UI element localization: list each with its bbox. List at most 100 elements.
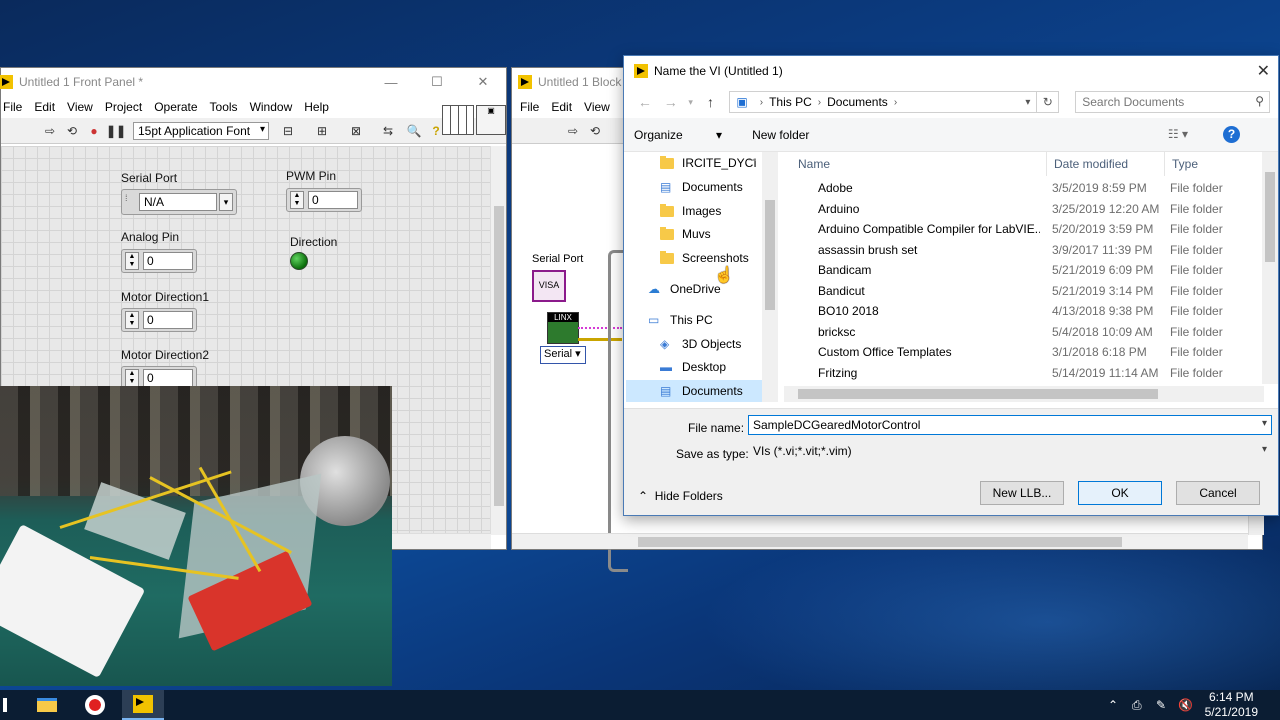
view-options-icon[interactable]: ☷ ▾	[1168, 127, 1188, 141]
increment-decrement-icon[interactable]: ▲ ▼	[125, 369, 139, 387]
serial-port-control[interactable]: ⁞ N/A ▾	[121, 189, 237, 215]
nav-item[interactable]: ▭ This PC	[648, 309, 713, 331]
list-item[interactable]: Custom Office Templates 3/1/2018 6:18 PM F…	[784, 342, 1266, 362]
run-continuously-icon[interactable]: ⟲	[586, 123, 604, 139]
nav-item[interactable]: ◈ 3D Objects	[660, 333, 741, 355]
analog-pin-value[interactable]: 0	[143, 252, 193, 270]
search-input[interactable]: Search Documents ⚲	[1075, 91, 1271, 113]
vertical-scrollbar[interactable]	[490, 146, 506, 535]
list-item[interactable]: bricksc 5/4/2018 10:09 AM File folder	[784, 322, 1266, 342]
new-folder-button[interactable]: New folder	[752, 128, 809, 142]
list-item[interactable]: Adobe 3/5/2019 8:59 PM File folder	[784, 178, 1266, 198]
run-continuously-icon[interactable]: ⟲	[63, 123, 81, 139]
linx-open-vi[interactable]: LINX	[547, 312, 579, 344]
direction-led[interactable]	[290, 252, 308, 270]
motor-direction1-value[interactable]: 0	[143, 311, 193, 329]
dropdown-arrow-icon[interactable]: ▾	[219, 193, 233, 211]
chevron-down-icon[interactable]: ▾	[1262, 444, 1267, 455]
vi-icon[interactable]: ▣	[476, 105, 506, 135]
pwm-pin-value[interactable]: 0	[308, 191, 358, 209]
up-arrow-icon[interactable]: ↑	[698, 94, 724, 110]
record-icon[interactable]	[80, 690, 110, 720]
nav-item[interactable]: ▬ Desktop	[660, 356, 726, 378]
list-item[interactable]: Bandicut 5/21/2019 3:14 PM File folder	[784, 281, 1266, 301]
new-llb-button[interactable]: New LLB...	[980, 481, 1064, 505]
increment-decrement-icon[interactable]: ▲ ▼	[125, 311, 139, 329]
column-header-date[interactable]: Date modified	[1054, 152, 1128, 176]
font-select[interactable]: 15pt Application Font	[133, 121, 269, 140]
front-panel-titlebar[interactable]: Untitled 1 Front Panel * — ☐ ✕	[0, 68, 506, 96]
list-item[interactable]: Arduino Compatible Compiler for LabVIE..…	[784, 219, 1266, 239]
list-item[interactable]: assassin brush set 3/9/2017 11:39 PM File …	[784, 240, 1266, 260]
organize-button[interactable]: Organize ▾	[634, 128, 722, 142]
refresh-icon[interactable]: ↻	[1037, 91, 1060, 113]
nav-item[interactable]: ▤ Documents	[660, 176, 743, 198]
menu-item[interactable]: Edit	[32, 100, 57, 114]
nav-item[interactable]: ☁ OneDrive	[648, 278, 721, 300]
serial-port-value[interactable]: N/A	[139, 193, 217, 211]
run-arrow-icon[interactable]: ⇨	[564, 123, 582, 139]
align-objects-icon[interactable]: ⊟	[279, 123, 297, 139]
menu-item[interactable]: Help	[302, 100, 331, 114]
network-icon[interactable]: ⎙	[1132, 690, 1142, 720]
increment-decrement-icon[interactable]: ▲ ▼	[290, 191, 304, 209]
breadcrumb[interactable]: ▣ › This PC › Documents › ▾	[729, 91, 1038, 113]
column-header-name[interactable]: Name	[798, 152, 830, 176]
nav-item[interactable]: Images	[660, 200, 721, 222]
motor-direction1-control[interactable]: ▲ ▼ 0	[121, 308, 197, 332]
dialog-titlebar[interactable]: Name the VI (Untitled 1) ✕	[624, 56, 1278, 86]
connector-pane-icon[interactable]	[442, 105, 474, 135]
menu-item[interactable]: View	[65, 100, 95, 114]
help-icon[interactable]: ?	[1223, 126, 1240, 143]
chevron-down-icon[interactable]: ▾	[1025, 97, 1030, 108]
minimize-icon[interactable]: —	[368, 68, 414, 96]
motor-direction2-value[interactable]: 0	[143, 369, 193, 387]
list-scrollbar[interactable]	[1262, 152, 1278, 384]
menu-item[interactable]: Tools	[208, 100, 240, 114]
nav-item[interactable]: Muvs	[660, 223, 711, 245]
reorder-icon[interactable]: ⇆	[379, 123, 397, 139]
file-explorer-icon[interactable]	[32, 690, 62, 720]
maximize-icon[interactable]: ☐	[414, 68, 460, 96]
column-header-type[interactable]: Type	[1172, 152, 1198, 176]
volume-icon[interactable]: 🔇	[1178, 690, 1193, 720]
start-button[interactable]	[0, 690, 10, 720]
pin-icon[interactable]: ⊸	[748, 155, 756, 166]
serial-constant[interactable]: Serial ▾	[540, 346, 586, 364]
menu-item[interactable]: File	[518, 100, 541, 114]
menu-item[interactable]: View	[582, 100, 612, 114]
resize-objects-icon[interactable]: ⊠	[347, 123, 365, 139]
menu-item[interactable]: Operate	[152, 100, 199, 114]
breadcrumb-documents[interactable]: Documents	[827, 95, 888, 109]
labview-taskbar-icon[interactable]	[122, 690, 164, 720]
nav-item[interactable]: ▤ Documents	[626, 380, 762, 402]
menu-item[interactable]: Edit	[549, 100, 574, 114]
pen-icon[interactable]: ✎	[1156, 690, 1166, 720]
horizontal-scrollbar[interactable]	[512, 533, 1248, 549]
pause-icon[interactable]: ❚❚	[106, 123, 126, 139]
list-item[interactable]: Bandicam 5/21/2019 6:09 PM File folder	[784, 260, 1266, 280]
forward-arrow-icon[interactable]: →	[658, 94, 684, 110]
nav-scrollbar[interactable]	[762, 152, 778, 402]
distribute-objects-icon[interactable]: ⊞	[313, 123, 331, 139]
close-icon[interactable]: ✕	[1257, 61, 1270, 81]
menu-item[interactable]: Project	[103, 100, 144, 114]
system-clock[interactable]: 6:14 PM 5/21/2019	[1205, 690, 1258, 720]
back-arrow-icon[interactable]: ←	[632, 94, 658, 110]
list-item[interactable]: Arduino 3/25/2019 12:20 AM File folder	[784, 199, 1266, 219]
pwm-pin-control[interactable]: ▲ ▼ 0	[286, 188, 362, 212]
run-arrow-icon[interactable]: ⇨	[41, 123, 59, 139]
abort-icon[interactable]: ●	[85, 123, 103, 139]
list-item[interactable]: Fritzing 5/14/2019 11:14 AM File folder	[784, 363, 1266, 383]
cancel-button[interactable]: Cancel	[1176, 481, 1260, 505]
analog-pin-control[interactable]: ▲ ▼ 0	[121, 249, 197, 273]
save-type-select[interactable]: VIs (*.vi;*.vit;*.vim) ▾	[748, 441, 1272, 461]
nav-item[interactable]: IRCITE_DYCI	[660, 152, 757, 174]
chevron-down-icon[interactable]: ▾	[684, 97, 698, 108]
visa-terminal[interactable]: VISA	[532, 270, 566, 302]
list-horizontal-scrollbar[interactable]	[784, 386, 1264, 402]
search-icon[interactable]: 🔍	[405, 123, 423, 139]
close-icon[interactable]: ✕	[460, 68, 506, 96]
breadcrumb-this-pc[interactable]: This PC	[769, 95, 812, 109]
list-item[interactable]: BO10 2018 4/13/2018 9:38 PM File folder	[784, 301, 1266, 321]
